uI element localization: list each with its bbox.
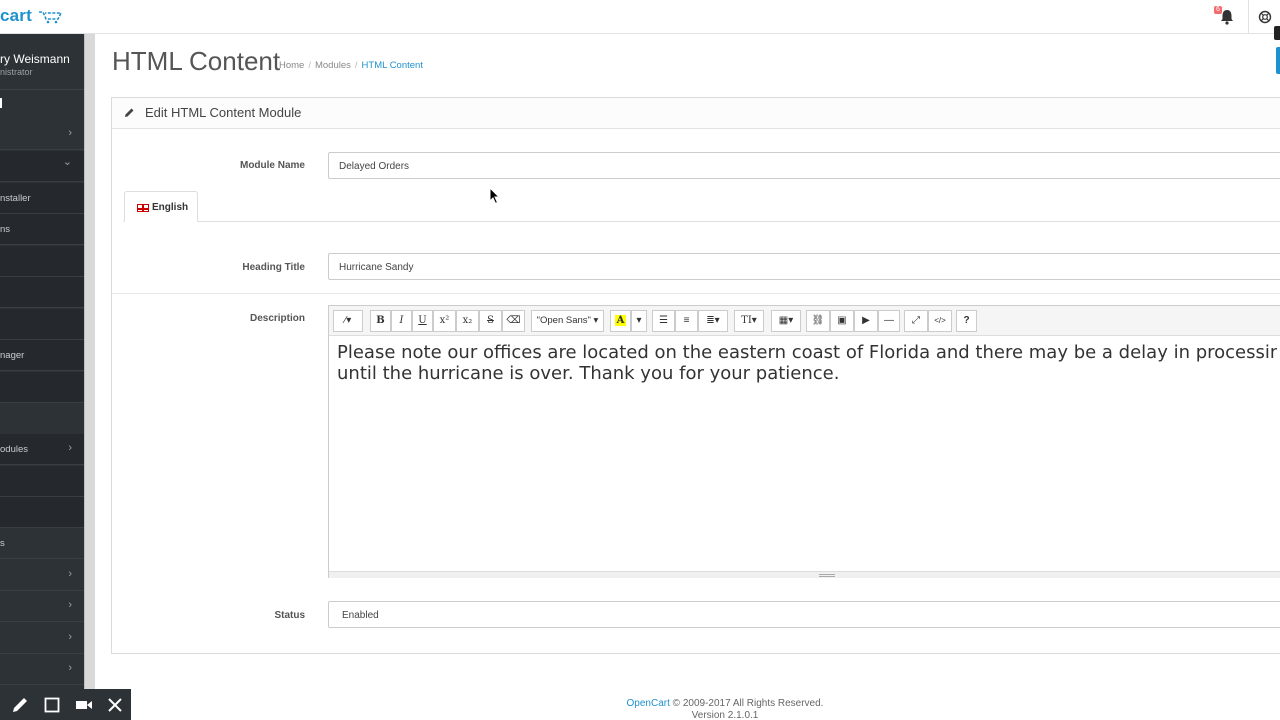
user-profile[interactable]: ry Weismann nistrator (0, 34, 84, 90)
footer: OpenCart © 2009-2017 All Rights Reserved… (540, 698, 910, 720)
sidebar-item-13[interactable]: s (0, 528, 84, 559)
notification-badge: 6 (1214, 6, 1222, 14)
paragraph-align-button[interactable]: ≣▾ (698, 310, 728, 332)
logout-button-edge[interactable] (1274, 26, 1280, 40)
tab-english[interactable]: English (124, 191, 198, 222)
top-header: cart 6 (0, 0, 1280, 40)
sidebar-item-17[interactable]: › (0, 654, 84, 685)
sidebar-item-modules[interactable]: odules › (0, 434, 84, 465)
breadcrumb-modules[interactable]: Modules (315, 60, 351, 71)
logo-text: cart (0, 6, 32, 25)
pen-icon[interactable] (11, 696, 29, 714)
sidebar-item-manager[interactable]: nager (0, 340, 84, 371)
help-button[interactable]: ? (956, 310, 977, 332)
profile-role: nistrator (0, 67, 33, 77)
heading-title-input[interactable]: Hurricane Sandy (328, 253, 1280, 280)
description-line-2: until the hurricane is over. Thank you f… (337, 363, 840, 384)
sidebar-item-11[interactable] (0, 466, 84, 497)
help-lifebuoy-icon[interactable] (1258, 10, 1272, 24)
sidebar-item-7[interactable] (0, 309, 84, 340)
underline-button[interactable]: U (412, 310, 433, 332)
video-button[interactable]: ▶ (854, 310, 878, 332)
subscript-button[interactable]: x₂ (456, 310, 479, 332)
dashboard-nav-icon[interactable] (0, 98, 2, 108)
sidebar-item-6[interactable] (0, 277, 84, 308)
cart-icon (38, 10, 62, 23)
font-family-dropdown[interactable]: "Open Sans" ▾ (531, 310, 604, 332)
sidebar-item-5[interactable] (0, 246, 84, 277)
sidebar-item-16[interactable]: › (0, 623, 84, 654)
link-button[interactable]: ⛓ (806, 310, 830, 332)
chevron-right-icon: › (68, 599, 72, 611)
profile-name: ry Weismann (0, 52, 70, 66)
eraser-button[interactable]: ⌫ (502, 310, 525, 332)
color-dropdown-button[interactable]: ▾ (631, 310, 647, 332)
strikethrough-button[interactable]: S (479, 310, 502, 332)
bold-button[interactable]: B (370, 310, 391, 332)
superscript-button[interactable]: x² (433, 310, 456, 332)
description-line-1: Please note our offices are located on t… (337, 342, 1277, 363)
form-divider (112, 293, 1280, 294)
status-label: Status (274, 610, 305, 621)
header-divider (1248, 0, 1249, 34)
description-label: Description (249, 313, 305, 324)
sidebar-scroll-rail[interactable] (84, 34, 95, 720)
uk-flag-icon (137, 204, 149, 212)
chevron-right-icon: › (68, 631, 72, 643)
square-icon[interactable] (43, 696, 61, 714)
mouse-cursor-icon (489, 187, 501, 205)
footer-opencart-link[interactable]: OpenCart (627, 698, 670, 709)
resize-grip-icon (819, 574, 835, 577)
sidebar-item-9[interactable] (0, 372, 84, 403)
heading-title-label: Heading Title (242, 262, 305, 273)
editor-content[interactable]: Please note our offices are located on t… (337, 342, 1277, 384)
footer-version: Version 2.1.0.1 (691, 710, 759, 720)
chevron-right-icon: › (68, 127, 72, 139)
text-color-button[interactable]: A (610, 310, 631, 332)
chevron-right-icon: › (68, 662, 72, 674)
status-select[interactable]: Enabled (328, 601, 1280, 628)
unordered-list-button[interactable]: ☰ (652, 310, 675, 332)
sidebar: ry Weismann nistrator › ⌄ nstaller ns na… (0, 34, 84, 720)
save-button-edge[interactable] (1276, 47, 1280, 74)
module-name-input[interactable]: Delayed Orders (328, 152, 1280, 179)
screen-recorder-toolbar (0, 689, 131, 720)
editor-resize-handle[interactable] (329, 571, 1280, 578)
table-button[interactable]: ▦▾ (771, 310, 801, 332)
sidebar-item-1[interactable]: › (0, 119, 84, 150)
video-camera-icon[interactable] (75, 696, 93, 714)
horizontal-rule-button[interactable]: — (878, 310, 900, 332)
module-name-label: Module Name (239, 160, 305, 171)
close-icon[interactable] (106, 696, 124, 714)
description-editor[interactable]: ⁄▾ B I U x² x₂ S ⌫ "Open Sans" ▾ A ▾ ☰ ≡… (328, 305, 1280, 578)
tabs-underline (123, 221, 1280, 222)
sidebar-item-extensions[interactable]: ⌄ (0, 151, 84, 182)
code-view-button[interactable]: </> (928, 310, 952, 332)
image-button[interactable]: ▣ (830, 310, 854, 332)
ordered-list-button[interactable]: ≡ (675, 310, 698, 332)
style-dropdown-button[interactable]: ⁄▾ (333, 310, 363, 332)
breadcrumb: Home / Modules / HTML Content (279, 60, 423, 71)
chevron-down-icon: ⌄ (62, 156, 72, 168)
page-title: HTML Content (112, 46, 281, 76)
line-height-button[interactable]: TI▾ (734, 310, 764, 332)
sidebar-item-installer[interactable]: nstaller (0, 183, 84, 214)
panel-title: Edit HTML Content Module (145, 105, 302, 120)
panel-heading: Edit HTML Content Module (112, 98, 1280, 129)
sidebar-item-15[interactable]: › (0, 591, 84, 622)
pencil-icon (125, 108, 134, 117)
sidebar-item-modifications[interactable]: ns (0, 214, 84, 245)
italic-button[interactable]: I (391, 310, 412, 332)
sidebar-item-12[interactable] (0, 497, 84, 528)
breadcrumb-home[interactable]: Home (279, 60, 304, 71)
editor-toolbar: ⁄▾ B I U x² x₂ S ⌫ "Open Sans" ▾ A ▾ ☰ ≡… (329, 306, 1280, 336)
fullscreen-button[interactable]: ⤢ (904, 310, 928, 332)
chevron-right-icon: › (68, 442, 72, 454)
chevron-right-icon: › (68, 568, 72, 580)
footer-copyright: © 2009-2017 All Rights Reserved. (669, 698, 824, 709)
opencart-logo[interactable]: cart (0, 6, 62, 26)
breadcrumb-current[interactable]: HTML Content (362, 60, 423, 71)
sidebar-item-14[interactable]: › (0, 560, 84, 591)
